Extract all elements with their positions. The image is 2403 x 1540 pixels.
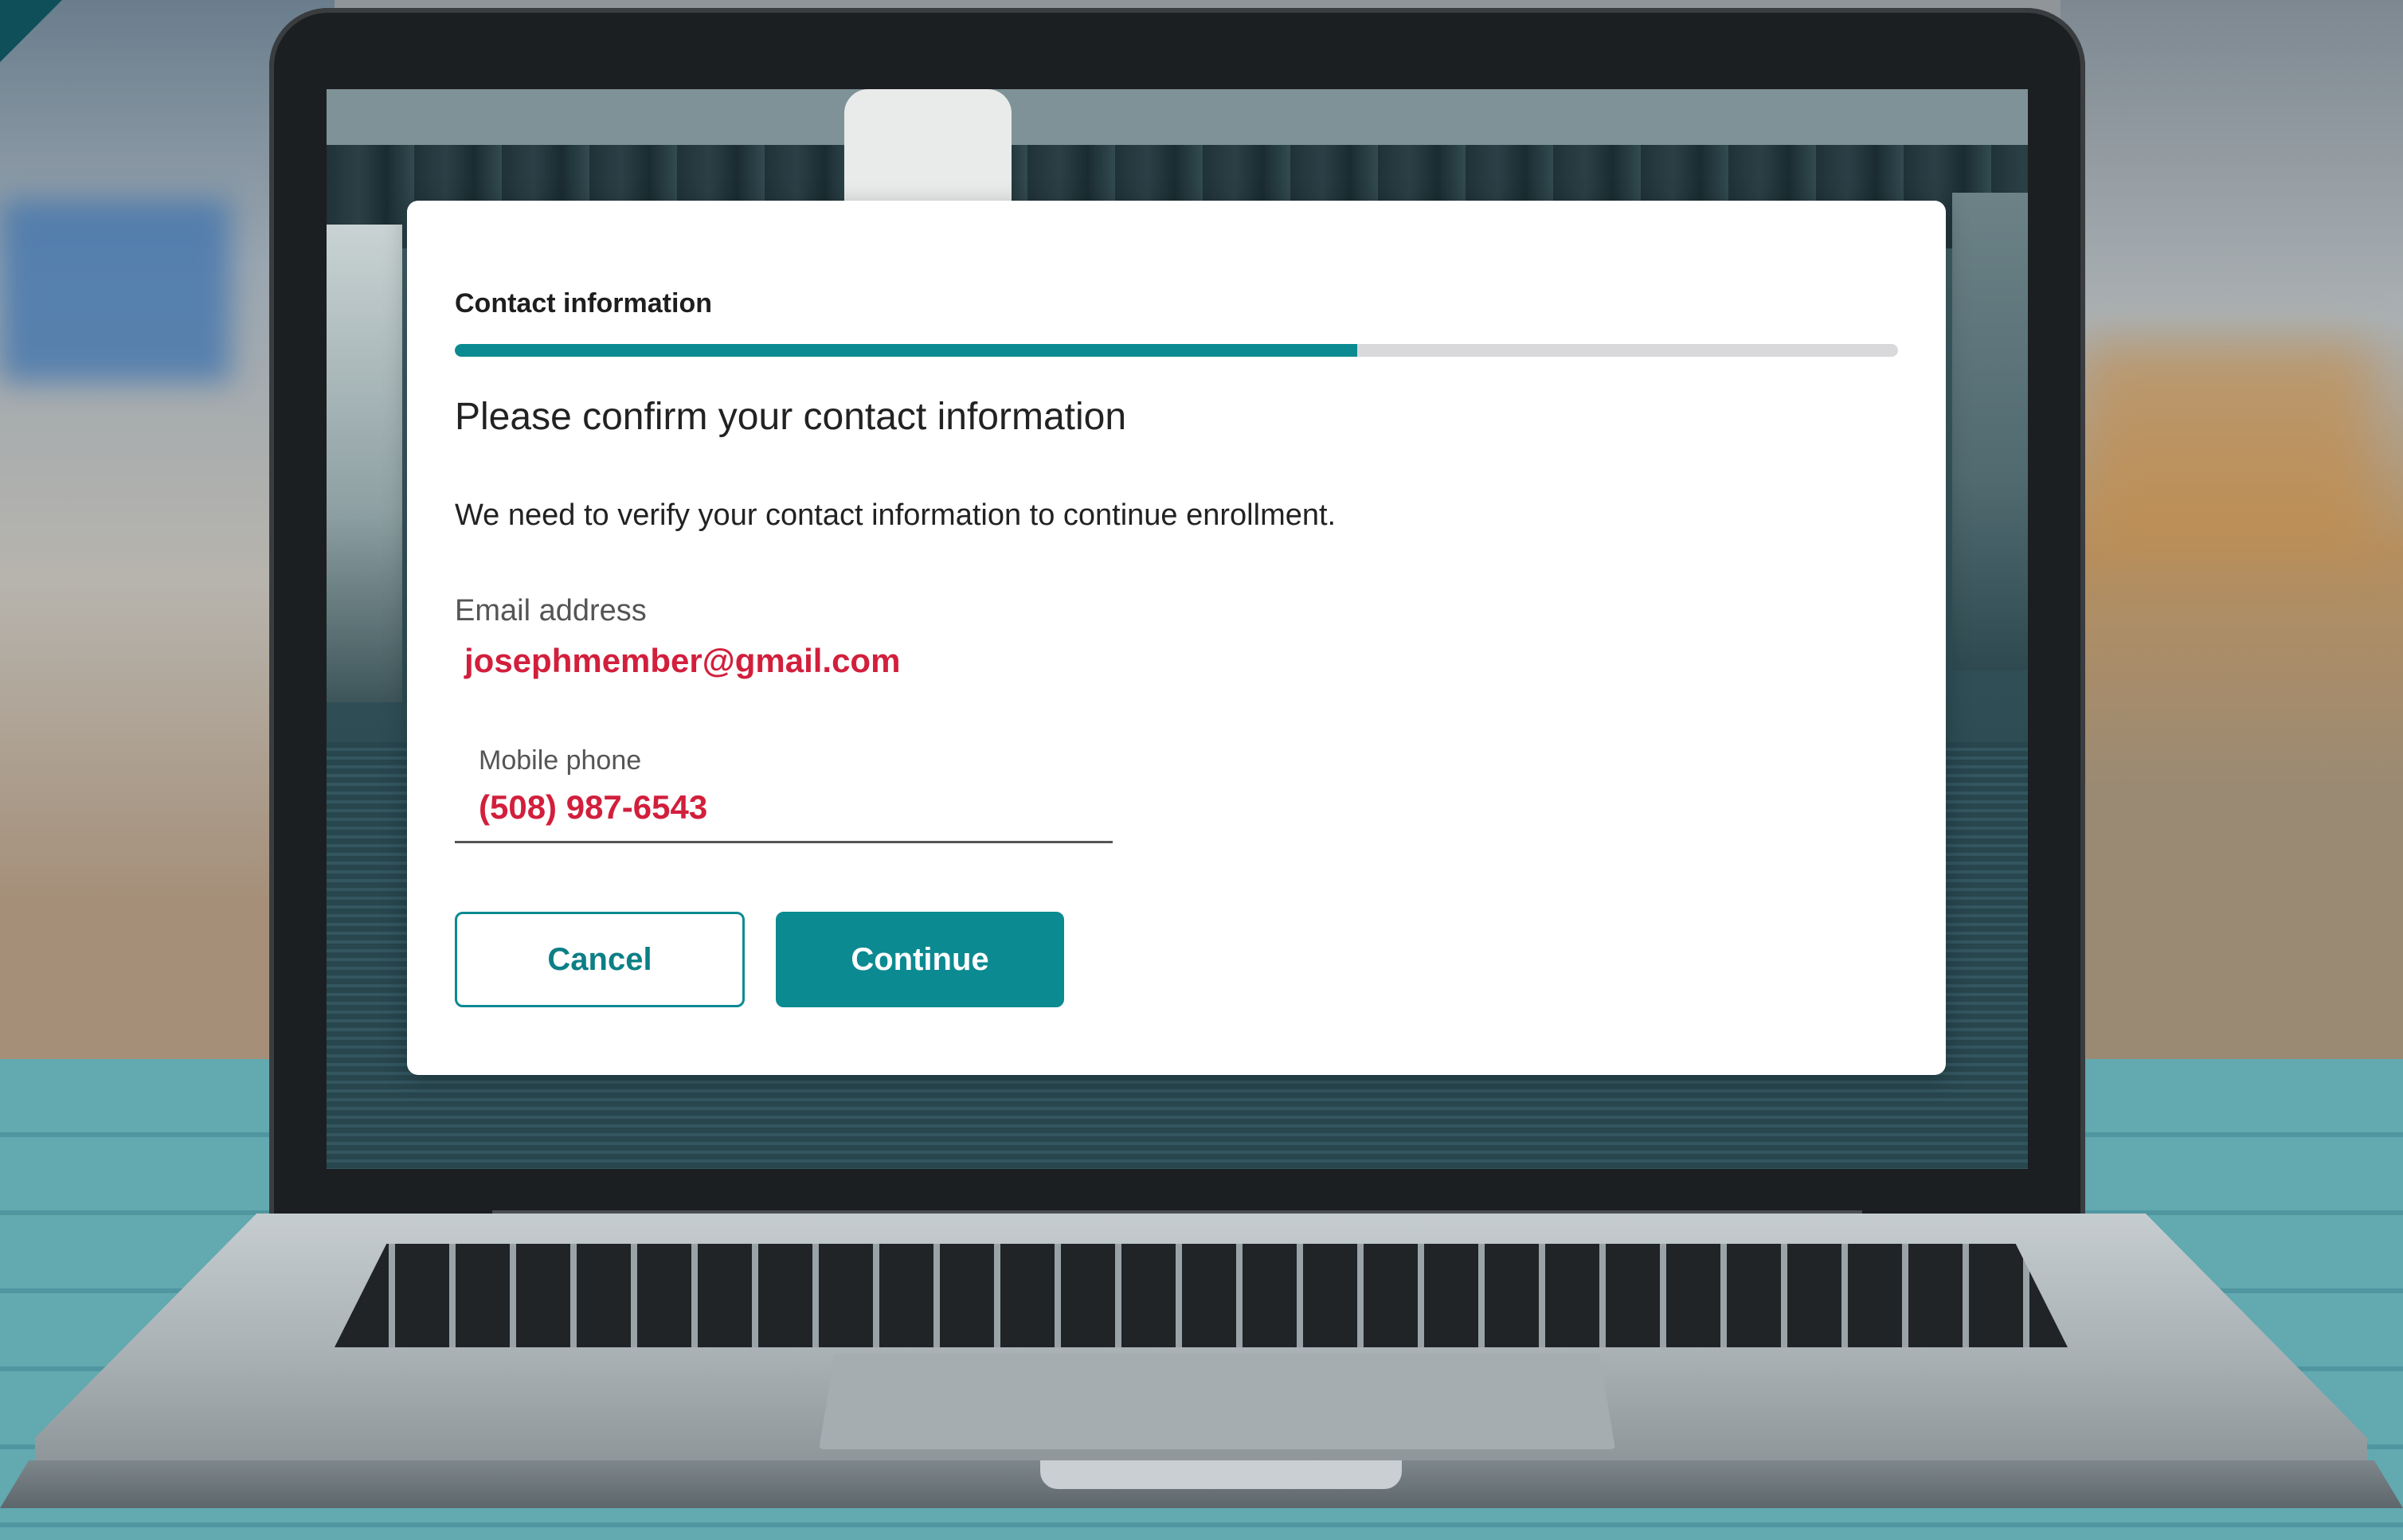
progress-bar-fill [455,344,1357,357]
laptop-keyboard [335,1244,2068,1347]
continue-button[interactable]: Continue [776,912,1064,1007]
mobile-phone-field[interactable]: Mobile phone (508) 987-6543 [455,734,1113,843]
mobile-phone-label: Mobile phone [479,745,642,776]
contact-info-modal: Contact information Please confirm your … [407,201,1946,1075]
email-label: Email address [455,594,647,627]
background-blur-shelf [2084,342,2371,549]
background-blur-sign [0,199,231,382]
step-title: Contact information [455,288,712,319]
corner-mark [0,0,62,62]
boats-right-image [1952,193,2028,670]
boat-left-image [327,225,402,702]
mobile-phone-value[interactable]: (508) 987-6543 [479,788,707,827]
intro-text: We need to verify your contact informati… [455,498,1337,532]
laptop-trackpad [819,1354,1615,1449]
email-value: josephmember@gmail.com [461,640,914,686]
laptop-notch [1040,1460,1402,1489]
cancel-button[interactable]: Cancel [455,912,745,1007]
progress-bar [455,344,1898,357]
lighthouse-image [844,89,1012,209]
page-title: Please confirm your contact information [455,396,1127,438]
